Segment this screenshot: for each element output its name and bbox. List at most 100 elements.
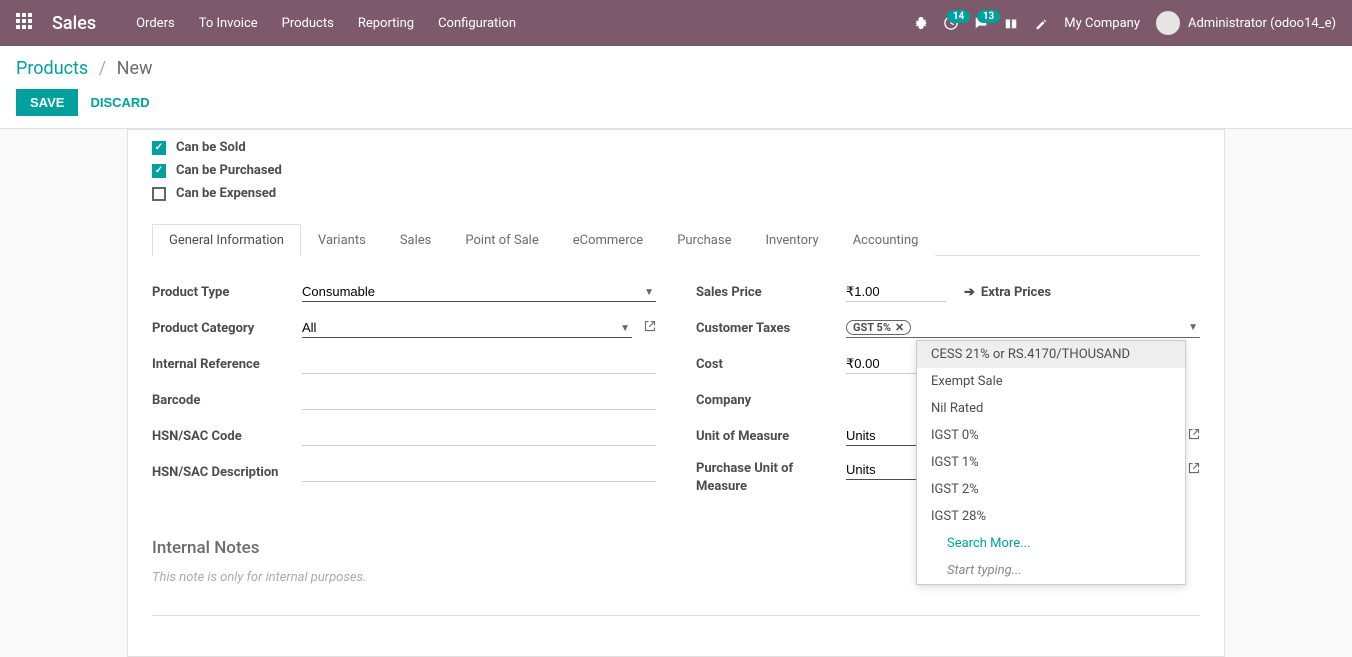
product-type-input[interactable]: [302, 282, 656, 302]
tab-point-of-sale[interactable]: Point of Sale: [448, 224, 555, 256]
external-link-icon[interactable]: [1188, 462, 1200, 478]
user-menu[interactable]: Administrator (odoo14_e): [1156, 11, 1336, 35]
field-product-category: Product Category ▼: [152, 316, 656, 340]
external-link-icon[interactable]: [644, 320, 656, 336]
label: HSN/SAC Code: [152, 429, 302, 444]
barcode-input[interactable]: [302, 390, 656, 410]
right-column: Sales Price ➔ Extra Prices Customer Taxe…: [696, 280, 1200, 508]
extra-prices-label: Extra Prices: [981, 285, 1051, 300]
tab-variants[interactable]: Variants: [301, 224, 383, 256]
customer-taxes-input[interactable]: [915, 318, 1200, 337]
checkbox-label: Can be Sold: [176, 140, 246, 155]
topbar: Sales Orders To Invoice Products Reporti…: [0, 0, 1352, 46]
bug-icon[interactable]: [914, 16, 928, 30]
menu-orders[interactable]: Orders: [136, 16, 175, 31]
dropdown-item[interactable]: IGST 28%: [917, 503, 1185, 530]
tools-icon[interactable]: [1034, 16, 1048, 30]
extra-prices-button[interactable]: ➔ Extra Prices: [964, 285, 1051, 300]
dropdown-search-more[interactable]: Search More...: [917, 530, 1185, 557]
customer-taxes-select[interactable]: GST 5% ✕ ▼ CESS 21% or RS.4170/THOUSAND …: [846, 318, 1200, 338]
dropdown-item[interactable]: CESS 21% or RS.4170/THOUSAND: [917, 341, 1185, 368]
left-column: Product Type ▼ Product Category ▼: [152, 280, 656, 508]
tax-tag-remove-icon[interactable]: ✕: [895, 321, 904, 334]
field-product-type: Product Type ▼: [152, 280, 656, 304]
messages-badge: 13: [977, 10, 1000, 23]
field-customer-taxes: Customer Taxes GST 5% ✕ ▼ CESS 21% or RS…: [696, 316, 1200, 340]
checkbox-icon[interactable]: [152, 141, 166, 155]
arrow-right-icon: ➔: [964, 285, 975, 300]
tab-sales[interactable]: Sales: [383, 224, 449, 256]
external-link-icon[interactable]: [1188, 428, 1200, 444]
tab-inventory[interactable]: Inventory: [748, 224, 835, 256]
menu-reporting[interactable]: Reporting: [358, 16, 414, 31]
company-name[interactable]: My Company: [1064, 16, 1140, 31]
tabs: General Information Variants Sales Point…: [152, 223, 1200, 256]
label: Cost: [696, 357, 846, 372]
checkbox-can-be-sold[interactable]: Can be Sold: [152, 136, 1200, 159]
label: Barcode: [152, 393, 302, 408]
tab-general-information[interactable]: General Information: [152, 224, 301, 256]
puom-select[interactable]: [846, 460, 916, 480]
tab-content: Product Type ▼ Product Category ▼: [152, 256, 1200, 508]
avatar: [1156, 11, 1180, 35]
checkbox-icon[interactable]: [152, 187, 166, 201]
label: HSN/SAC Description: [152, 465, 302, 480]
sales-price-input[interactable]: [846, 282, 946, 302]
checkbox-can-be-purchased[interactable]: Can be Purchased: [152, 159, 1200, 182]
uom-input[interactable]: [846, 426, 916, 446]
label: Purchase Unit of Measure: [696, 460, 846, 496]
product-type-select[interactable]: ▼: [302, 282, 656, 302]
product-category-input[interactable]: [302, 318, 632, 338]
discard-button[interactable]: DISCARD: [90, 95, 149, 110]
app-name[interactable]: Sales: [52, 13, 96, 34]
menu-products[interactable]: Products: [282, 16, 334, 31]
messages-icon[interactable]: 13: [974, 16, 988, 30]
apps-icon[interactable]: [16, 13, 32, 33]
company-input[interactable]: [846, 391, 916, 410]
field-sales-price: Sales Price ➔ Extra Prices: [696, 280, 1200, 304]
label: Unit of Measure: [696, 429, 846, 444]
checkbox-icon[interactable]: [152, 164, 166, 178]
taxes-dropdown: CESS 21% or RS.4170/THOUSAND Exempt Sale…: [916, 340, 1186, 585]
dropdown-item[interactable]: IGST 0%: [917, 422, 1185, 449]
tab-ecommerce[interactable]: eCommerce: [556, 224, 660, 256]
hsn-desc-input[interactable]: [302, 462, 656, 482]
cost-input[interactable]: [846, 354, 916, 374]
gift-icon[interactable]: [1004, 16, 1018, 30]
dropdown-item[interactable]: IGST 2%: [917, 476, 1185, 503]
dropdown-item[interactable]: Nil Rated: [917, 395, 1185, 422]
menu-to-invoice[interactable]: To Invoice: [199, 16, 258, 31]
top-menu: Orders To Invoice Products Reporting Con…: [136, 16, 516, 31]
breadcrumb-root[interactable]: Products: [16, 58, 88, 79]
breadcrumb-sep: /: [99, 58, 106, 79]
activities-badge: 14: [947, 10, 970, 23]
internal-reference-input[interactable]: [302, 354, 656, 374]
puom-input[interactable]: [846, 460, 916, 480]
dropdown-item[interactable]: IGST 1%: [917, 449, 1185, 476]
save-button[interactable]: SAVE: [16, 89, 78, 116]
tab-accounting[interactable]: Accounting: [836, 224, 936, 256]
user-name: Administrator (odoo14_e): [1188, 16, 1336, 31]
menu-configuration[interactable]: Configuration: [438, 16, 516, 31]
product-category-select[interactable]: ▼: [302, 318, 632, 338]
uom-select[interactable]: [846, 426, 916, 446]
activities-icon[interactable]: 14: [944, 16, 958, 30]
label: Internal Reference: [152, 357, 302, 372]
checkbox-label: Can be Purchased: [176, 163, 282, 178]
checkbox-can-be-expensed[interactable]: Can be Expensed: [152, 182, 1200, 205]
label: Sales Price: [696, 285, 846, 300]
form-sheet: Can be Sold Can be Purchased Can be Expe…: [127, 129, 1225, 657]
value-wrap: ▼: [302, 318, 656, 338]
hsn-code-input[interactable]: [302, 426, 656, 446]
label: Customer Taxes: [696, 321, 846, 336]
field-barcode: Barcode: [152, 388, 656, 412]
tax-tag: GST 5% ✕: [846, 320, 911, 335]
breadcrumb-current: New: [117, 58, 153, 79]
dropdown-item[interactable]: Exempt Sale: [917, 368, 1185, 395]
tab-purchase[interactable]: Purchase: [660, 224, 748, 256]
label: Company: [696, 393, 846, 408]
breadcrumb: Products / New: [16, 58, 1336, 79]
tax-tag-label: GST 5%: [853, 321, 891, 334]
dropdown-start-typing[interactable]: Start typing...: [917, 557, 1185, 584]
label: Product Category: [152, 321, 302, 336]
